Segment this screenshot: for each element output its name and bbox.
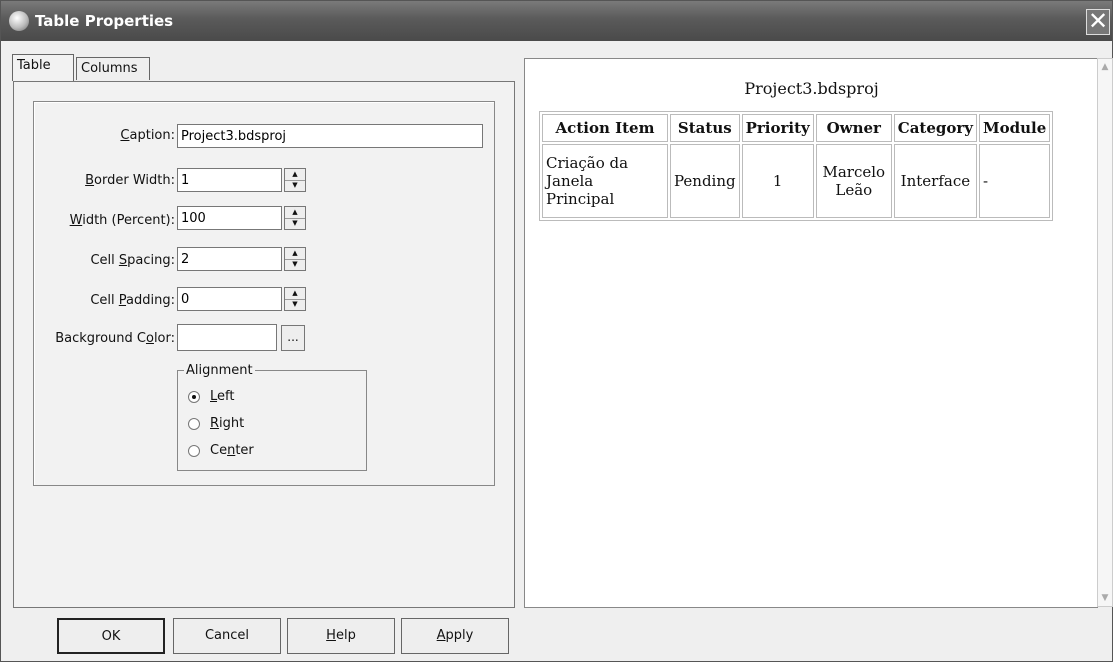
caption-field[interactable]	[177, 124, 483, 148]
preview-scrollbar[interactable]: ▲ ▼	[1097, 58, 1113, 607]
tab-columns-label: Columns	[81, 61, 138, 76]
spin-down-icon[interactable]: ▼	[285, 218, 305, 229]
background-color-field[interactable]	[177, 324, 277, 351]
header-cell: Category	[893, 114, 978, 142]
table-header-row: Action Item Status Priority Owner Catego…	[542, 114, 1051, 142]
cell-spacing-spinner[interactable]: ▲ ▼	[284, 247, 306, 271]
tab-table[interactable]: Table	[12, 54, 74, 81]
preview-table: Action Item Status Priority Owner Catego…	[539, 111, 1054, 221]
border-width-label: Border Width:	[85, 173, 175, 188]
help-button[interactable]: Help	[287, 618, 395, 654]
table-preview: Project3.bdsproj Action Item Status Prio…	[524, 58, 1098, 608]
table-cell: Marcelo Leão	[815, 144, 892, 218]
title-bar[interactable]: Table Properties ✕	[1, 1, 1112, 41]
border-width-field[interactable]	[177, 168, 282, 192]
width-percent-label: Width (Percent):	[69, 213, 175, 228]
header-cell: Status	[670, 114, 740, 142]
border-width-spinner[interactable]: ▲ ▼	[284, 168, 306, 192]
align-right-label: Right	[210, 416, 245, 431]
close-icon: ✕	[1087, 7, 1109, 35]
color-picker-button[interactable]: ...	[281, 325, 305, 351]
cell-padding-label: Cell Padding:	[90, 293, 175, 308]
table-cell: -	[979, 144, 1051, 218]
width-percent-spinner[interactable]: ▲ ▼	[284, 206, 306, 230]
align-center-label: Center	[210, 443, 254, 458]
radio-selected-icon[interactable]	[188, 391, 200, 403]
up-arrow-icon[interactable]: ▲	[1098, 59, 1112, 75]
header-cell: Module	[979, 114, 1051, 142]
table-properties-dialog: Table Properties ✕ Table Columns Caption…	[0, 0, 1113, 662]
table-cell: Interface	[893, 144, 978, 218]
alignment-group: Alignment Left Right Center	[177, 363, 367, 471]
table-cell: Criação da Janela Principal	[542, 144, 668, 218]
app-icon	[9, 11, 29, 31]
header-cell: Priority	[741, 114, 814, 142]
table-cell: 1	[741, 144, 814, 218]
window-title: Table Properties	[35, 12, 174, 30]
width-percent-field[interactable]	[177, 206, 282, 230]
apply-button[interactable]: Apply	[401, 618, 509, 654]
align-left-label: Left	[210, 389, 235, 404]
table-row: Criação da Janela Principal Pending 1 Ma…	[542, 144, 1051, 218]
cell-spacing-field[interactable]	[177, 247, 282, 271]
caption-label: Caption:	[120, 128, 175, 143]
radio-icon[interactable]	[188, 418, 200, 430]
cell-padding-field[interactable]	[177, 287, 282, 311]
table-cell: Pending	[670, 144, 740, 218]
radio-icon[interactable]	[188, 445, 200, 457]
spin-down-icon[interactable]: ▼	[285, 299, 305, 310]
header-cell: Owner	[815, 114, 892, 142]
cancel-button[interactable]: Cancel	[173, 618, 281, 654]
cell-spacing-label: Cell Spacing:	[90, 253, 175, 268]
tab-columns[interactable]: Columns	[76, 57, 150, 80]
ok-button[interactable]: OK	[57, 618, 165, 654]
spin-down-icon[interactable]: ▼	[285, 180, 305, 191]
down-arrow-icon[interactable]: ▼	[1098, 590, 1112, 606]
close-button[interactable]: ✕	[1086, 9, 1110, 35]
spin-down-icon[interactable]: ▼	[285, 259, 305, 270]
alignment-legend: Alignment	[184, 363, 255, 378]
cell-padding-spinner[interactable]: ▲ ▼	[284, 287, 306, 311]
background-color-label: Background Color:	[55, 331, 175, 346]
header-cell: Action Item	[542, 114, 668, 142]
preview-caption: Project3.bdsproj	[744, 79, 879, 98]
tab-table-label: Table	[17, 58, 51, 73]
